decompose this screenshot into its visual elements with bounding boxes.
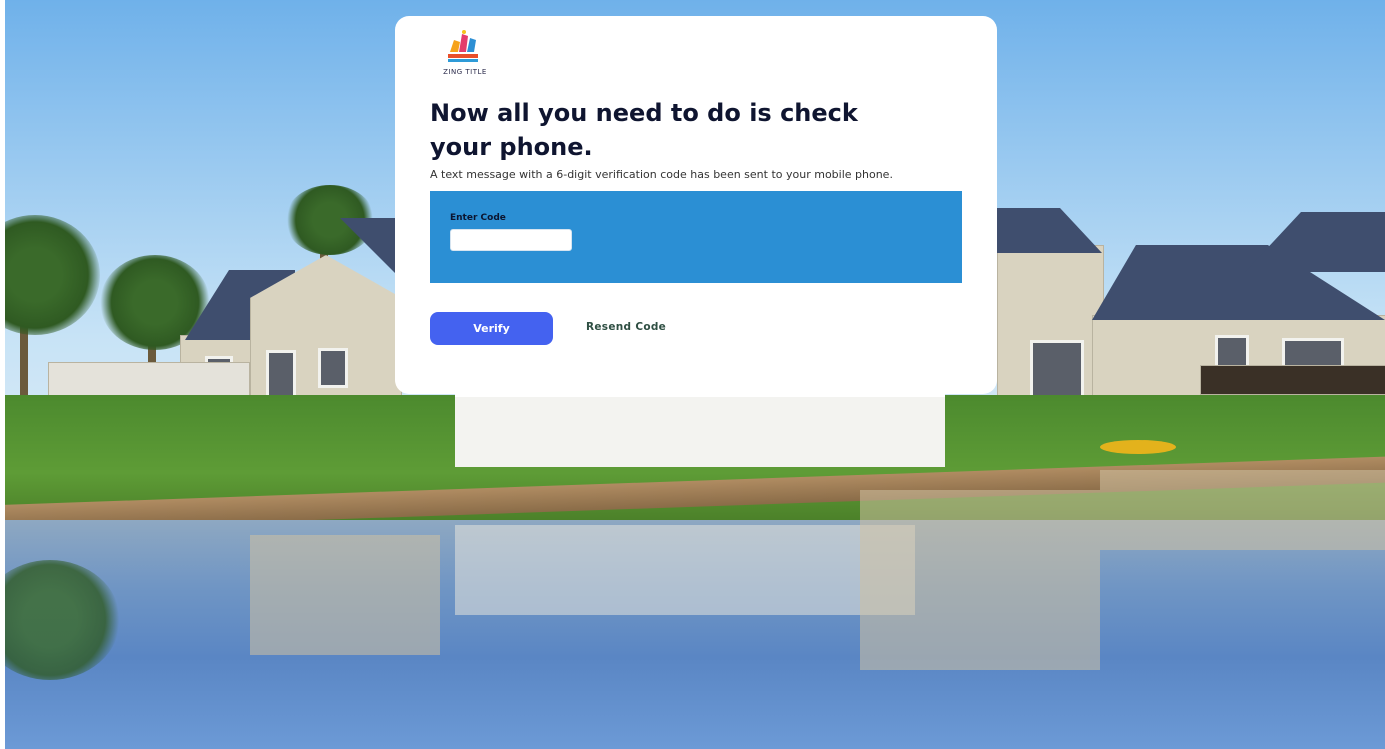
verification-code-input[interactable]	[450, 229, 572, 251]
yellow-boat	[1100, 440, 1176, 454]
page-title: Now all you need to do is check your pho…	[430, 99, 858, 161]
reflection	[250, 535, 440, 655]
white-deck	[455, 393, 945, 467]
brand-logo: ZING TITLE	[438, 28, 492, 80]
reflection	[455, 525, 915, 615]
window	[1030, 340, 1084, 401]
code-entry-panel: Enter Code	[430, 191, 962, 283]
verify-button[interactable]: Verify	[430, 312, 553, 345]
resend-code-link[interactable]: Resend Code	[586, 321, 666, 333]
code-label: Enter Code	[450, 213, 506, 223]
deck-railing	[1200, 365, 1385, 395]
logo-text: ZING TITLE	[443, 68, 487, 76]
logo-mark-icon	[448, 30, 478, 62]
reflection	[860, 490, 1100, 670]
instructions-text: A text message with a 6-digit verificati…	[430, 168, 893, 181]
reflection	[1100, 470, 1385, 550]
window	[318, 348, 348, 388]
left-edge	[0, 0, 5, 749]
